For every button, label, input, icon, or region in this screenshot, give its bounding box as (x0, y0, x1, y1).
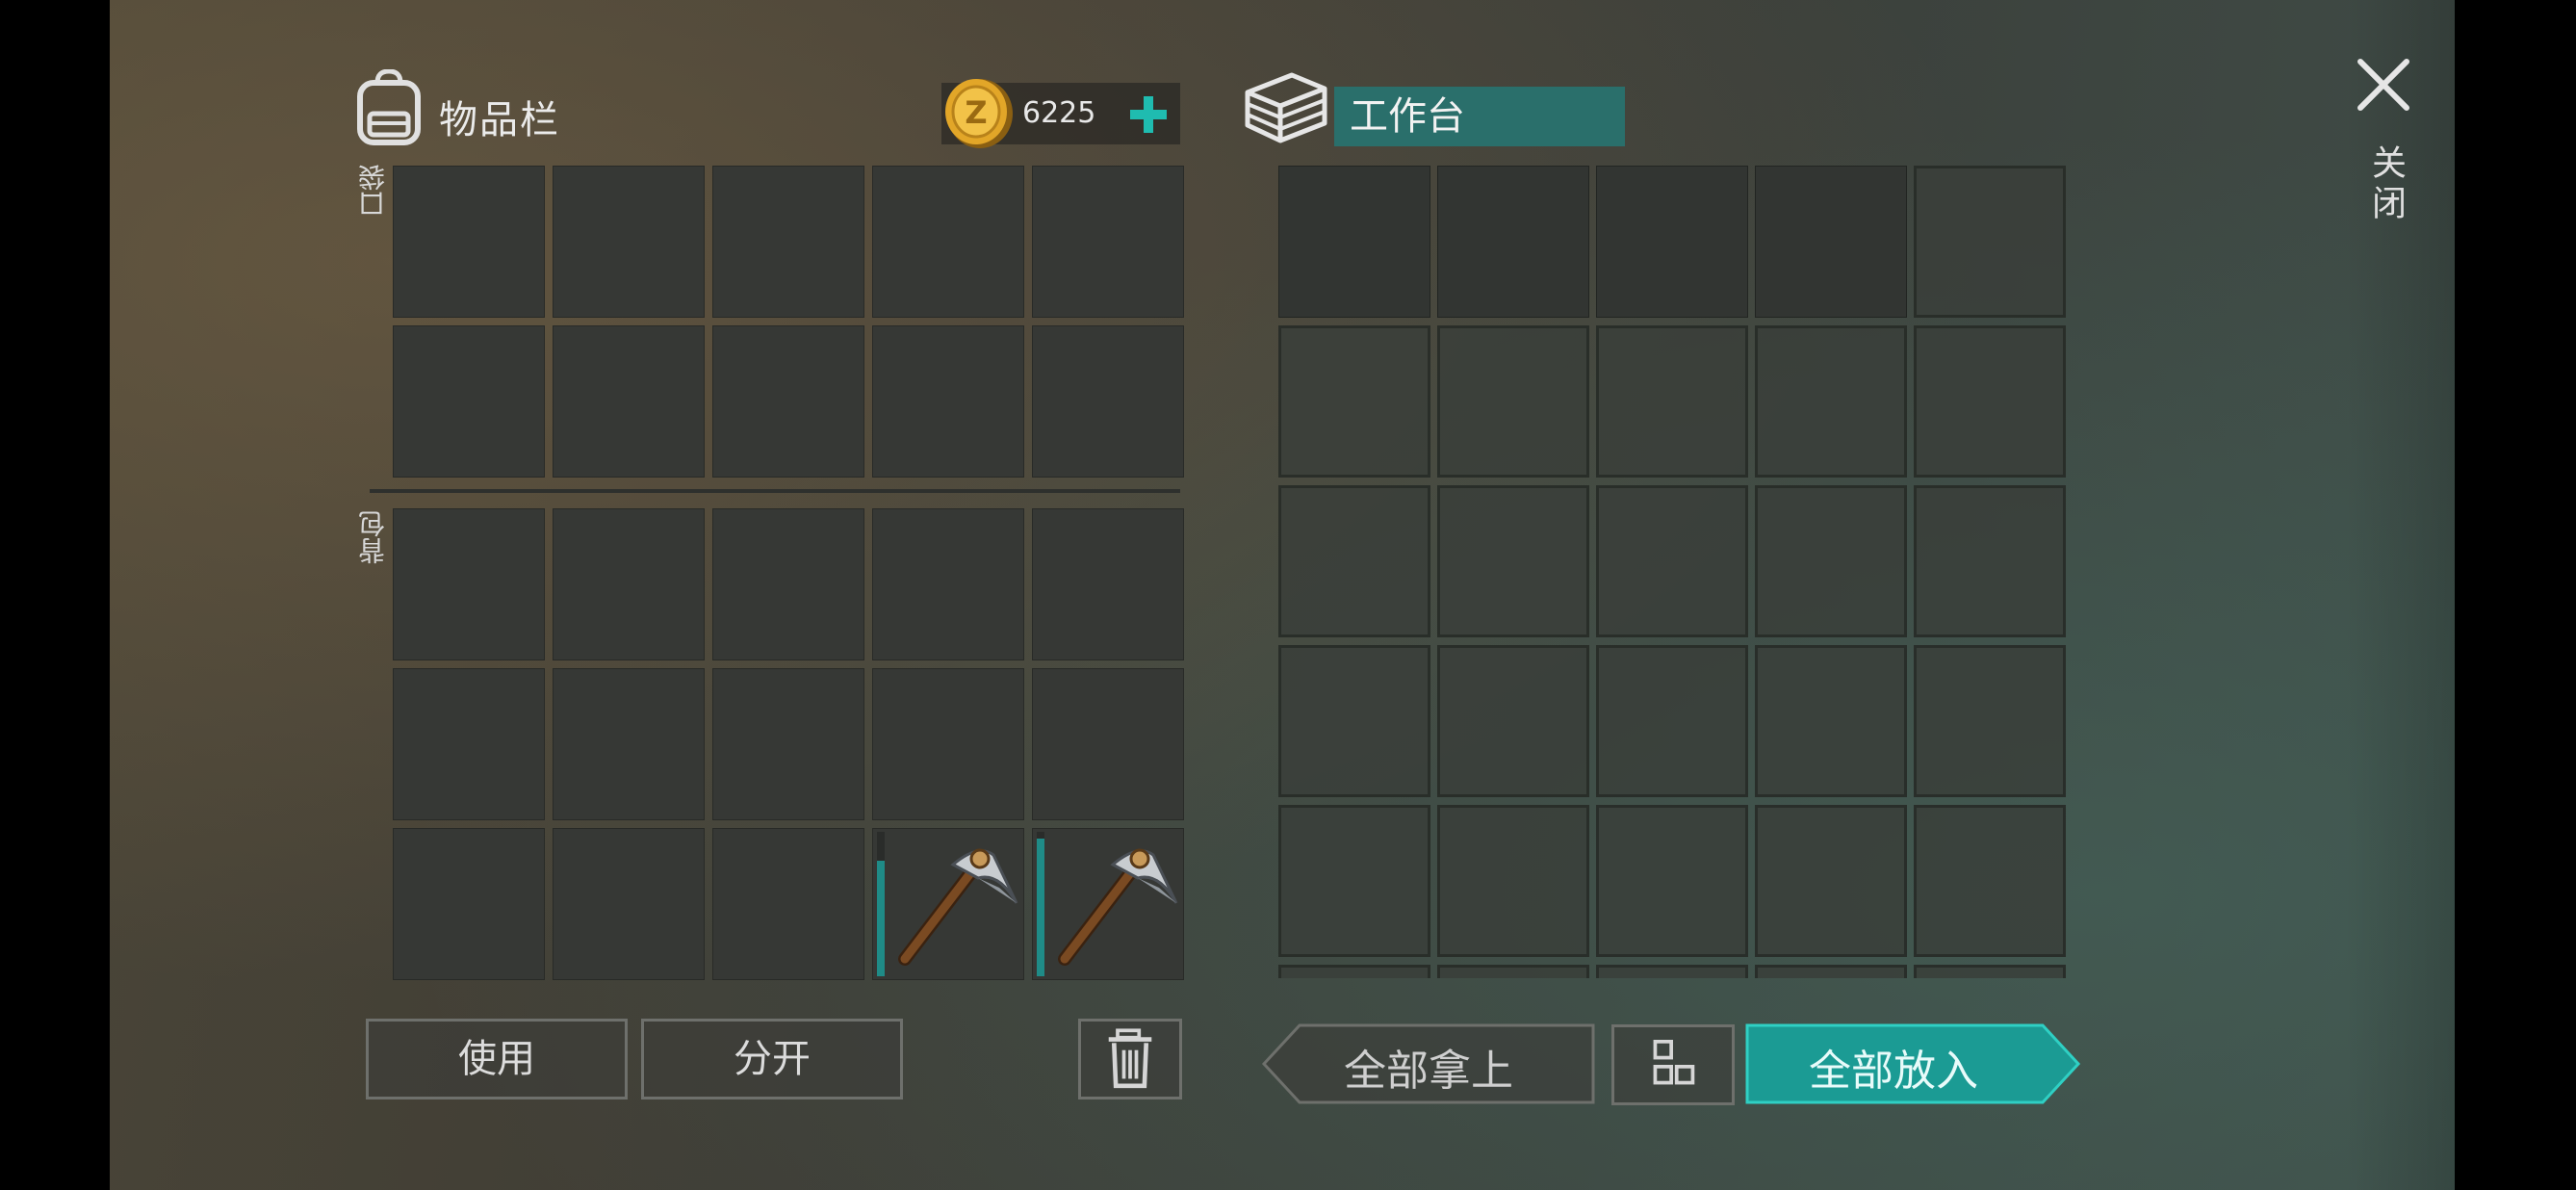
workbench-slot[interactable] (1437, 805, 1589, 957)
inventory-slot[interactable] (553, 508, 705, 660)
workbench-slot[interactable] (1278, 485, 1430, 637)
workbench-grid (1278, 166, 2066, 978)
pocket-label: 口袋 (357, 164, 389, 218)
inventory-title: 物品栏 (439, 98, 560, 142)
pickaxe-icon (898, 848, 1018, 966)
coin-icon: Z (945, 79, 1013, 148)
put-all-label: 全部放入 (1809, 1047, 1978, 1096)
inventory-slot-pickaxe[interactable] (872, 828, 1024, 980)
workbench-slot[interactable] (1596, 645, 1748, 797)
take-all-button[interactable]: 全部拿上 (1261, 1022, 1596, 1105)
close-button[interactable] (2353, 54, 2414, 116)
workbench-slot[interactable] (1755, 805, 1907, 957)
inventory-slot[interactable] (393, 325, 545, 478)
inventory-slot[interactable] (553, 668, 705, 820)
trash-button[interactable] (1078, 1019, 1182, 1099)
pocket-grid (393, 166, 1184, 478)
workbench-slot[interactable] (1755, 485, 1907, 637)
inventory-slot[interactable] (1032, 508, 1184, 660)
grid-icon (1653, 1040, 1695, 1085)
coin-counter: Z 6225 (941, 79, 1180, 148)
durability-bar (1037, 839, 1044, 976)
workbench-slot[interactable] (1596, 325, 1748, 478)
workbench-slot[interactable] (1278, 965, 1430, 978)
workbench-slot[interactable] (1914, 166, 2066, 318)
inventory-slot[interactable] (393, 166, 545, 318)
workbench-slot[interactable] (1914, 325, 2066, 478)
workbench-slot[interactable] (1437, 645, 1589, 797)
inventory-slot[interactable] (393, 668, 545, 820)
put-all-button[interactable]: 全部放入 (1744, 1022, 2081, 1105)
split-button[interactable]: 分开 (641, 1019, 903, 1099)
workbench-slot[interactable] (1755, 166, 1907, 318)
inventory-slot[interactable] (393, 508, 545, 660)
inventory-slot[interactable] (872, 668, 1024, 820)
coin-count: 6225 (1022, 96, 1096, 130)
plus-icon (1130, 96, 1167, 133)
backpack-label: 背包 (357, 510, 389, 564)
inventory-slot[interactable] (1032, 166, 1184, 318)
workbench-name: 工作台 (1334, 87, 1625, 146)
trash-icon (1108, 1028, 1152, 1089)
workbench-slot[interactable] (1596, 965, 1748, 978)
workbench-slot[interactable] (1914, 645, 2066, 797)
use-button[interactable]: 使用 (366, 1019, 628, 1099)
inventory-slot[interactable] (872, 166, 1024, 318)
workbench-slot[interactable] (1914, 965, 2066, 978)
workbench-slot[interactable] (1914, 485, 2066, 637)
workbench-slot[interactable] (1437, 965, 1589, 978)
workbench-slot[interactable] (1278, 805, 1430, 957)
inventory-slot-pickaxe[interactable] (1032, 828, 1184, 980)
backpack-icon (357, 69, 421, 145)
workbench-slot[interactable] (1596, 805, 1748, 957)
pickaxe-icon (1058, 848, 1178, 966)
workbench-slot[interactable] (1755, 645, 1907, 797)
inventory-slot[interactable] (553, 166, 705, 318)
workbench-icon (1245, 72, 1327, 143)
inventory-slot[interactable] (872, 508, 1024, 660)
inventory-slot[interactable] (712, 828, 864, 980)
workbench-slot[interactable] (1755, 965, 1907, 978)
inventory-slot[interactable] (872, 325, 1024, 478)
inventory-slot[interactable] (712, 325, 864, 478)
inventory-slot[interactable] (712, 166, 864, 318)
inventory-slot[interactable] (1032, 668, 1184, 820)
inventory-slot[interactable] (553, 325, 705, 478)
workbench-slot[interactable] (1437, 485, 1589, 637)
inventory-slot[interactable] (1032, 325, 1184, 478)
workbench-slot[interactable] (1596, 485, 1748, 637)
durability-bar (877, 861, 885, 976)
section-divider (370, 489, 1180, 493)
workbench-slot[interactable] (1755, 325, 1907, 478)
workbench-slot[interactable] (1437, 325, 1589, 478)
take-all-label: 全部拿上 (1344, 1047, 1513, 1096)
close-icon (2357, 59, 2409, 111)
workbench-slot[interactable] (1437, 166, 1589, 318)
workbench-slot[interactable] (1914, 805, 2066, 957)
workbench-slot[interactable] (1278, 325, 1430, 478)
backpack-grid (393, 508, 1184, 980)
workbench-slot[interactable] (1278, 166, 1430, 318)
inventory-slot[interactable] (393, 828, 545, 980)
add-coins-button[interactable] (1117, 83, 1180, 144)
close-label: 关闭 (2366, 144, 2406, 225)
svg-text:Z: Z (965, 94, 987, 131)
sort-button[interactable] (1611, 1024, 1735, 1105)
workbench-slot[interactable] (1596, 166, 1748, 318)
inventory-slot[interactable] (712, 668, 864, 820)
inventory-slot[interactable] (712, 508, 864, 660)
workbench-slot[interactable] (1278, 645, 1430, 797)
inventory-slot[interactable] (553, 828, 705, 980)
